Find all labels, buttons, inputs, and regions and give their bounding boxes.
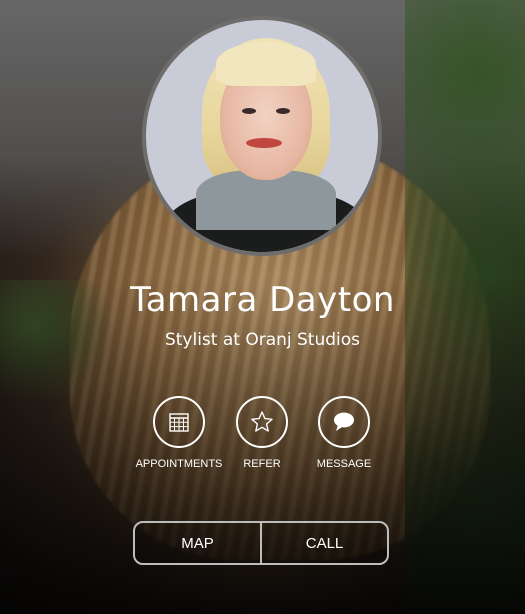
appointments-circle[interactable] — [153, 396, 205, 448]
star-icon — [251, 411, 273, 432]
map-button[interactable]: MAP — [135, 523, 260, 563]
action-row: APPOINTMENTS REFER MESSAGE — [0, 396, 525, 486]
speech-bubble-icon — [334, 412, 354, 431]
avatar-bangs — [216, 42, 316, 86]
profile-title: Stylist at Oranj Studios — [164, 330, 361, 350]
message-button[interactable]: MESSAGE — [289, 396, 399, 470]
calendar-icon — [169, 413, 189, 432]
bottom-button-group: MAP CALL — [133, 521, 389, 565]
avatar-lips — [246, 138, 282, 148]
profile-card: Tamara Dayton Stylist at Oranj Studios A… — [0, 0, 525, 614]
call-button[interactable]: CALL — [262, 523, 387, 563]
avatar-eye-left — [242, 108, 256, 114]
avatar-eye-right — [276, 108, 290, 114]
message-label: MESSAGE — [316, 458, 372, 470]
refer-circle[interactable] — [236, 396, 288, 448]
profile-name: Tamara Dayton — [130, 280, 395, 320]
avatar — [142, 16, 382, 256]
message-circle[interactable] — [318, 396, 370, 448]
